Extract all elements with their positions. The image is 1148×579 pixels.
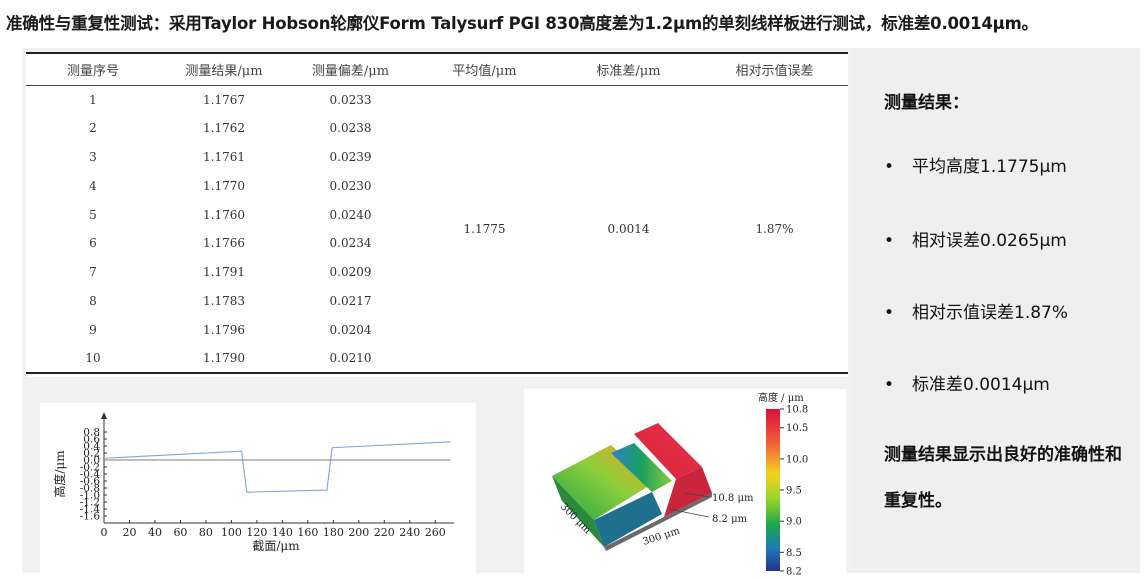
cell-index: 4 xyxy=(89,178,97,193)
cell-deviation: 0.0240 xyxy=(329,207,372,222)
cell-deviation: 0.0209 xyxy=(329,265,372,280)
cell-result: 1.1766 xyxy=(203,236,245,251)
z-label-bottom: 8.2 μm xyxy=(712,514,748,525)
page-title: 准确性与重复性测试：采用Taylor Hobson轮廓仪Form Talysur… xyxy=(6,14,1038,33)
cell-result: 1.1767 xyxy=(203,92,245,107)
cell-result: 1.1790 xyxy=(203,351,245,366)
cell-deviation: 0.0238 xyxy=(329,121,372,136)
surface-3d-plot: 10.8 μm 8.2 μm 300 μm 300 μm 高度 / μm 10.… xyxy=(552,391,808,578)
surface-3d-card: 10.8 μm 8.2 μm 300 μm 300 μm 高度 / μm 10.… xyxy=(524,389,846,578)
results-table: 测量序号 测量结果/μm 测量偏差/μm 平均值/μm 标准差/μm 相对示值误… xyxy=(26,52,848,374)
x-tick-label: 240 xyxy=(399,526,420,539)
bullet-std: • 标准差0.0014μm xyxy=(884,375,1050,395)
cell-result: 1.1762 xyxy=(203,121,245,136)
x-tick-label: 20 xyxy=(122,526,136,539)
header-std: 标准差/μm xyxy=(596,63,661,79)
profile-chart-card: 0 20 40 60 80 100 120 140 160 180 200 220 240 260 0.8 0… xyxy=(40,403,476,573)
results-table-card: 测量序号 测量结果/μm 测量偏差/μm 平均值/μm 标准差/μm 相对示值误… xyxy=(26,52,848,377)
cell-index: 2 xyxy=(89,121,97,136)
cell-deviation: 0.0233 xyxy=(329,92,372,107)
x-tick-label: 140 xyxy=(272,526,293,539)
cell-result: 1.1783 xyxy=(203,293,245,308)
header-deviation: 测量偏差/μm xyxy=(311,63,390,79)
table-row: 1 1.1767 0.0233 1.1775 0.0014 1.87% xyxy=(26,85,848,236)
header-mean: 平均值/μm xyxy=(452,63,517,79)
cell-merged-std: 0.0014 xyxy=(607,221,650,236)
cell-deviation: 0.0234 xyxy=(329,236,372,251)
bullet-relative-error: • 相对误差0.0265μm xyxy=(884,231,1067,251)
colorbar-tick-label: 9.5 xyxy=(786,486,802,497)
cell-index: 6 xyxy=(89,236,97,251)
cell-index: 8 xyxy=(89,293,97,308)
header-rel-error: 相对示值误差 xyxy=(735,63,814,79)
bullet-mean-height: • 平均高度1.1775μm xyxy=(884,157,1067,177)
cell-deviation: 0.0210 xyxy=(329,351,372,366)
cell-deviation: 0.0230 xyxy=(329,178,372,193)
cell-merged-rel-error: 1.87% xyxy=(755,221,794,236)
x-tick-label: 80 xyxy=(199,526,213,539)
x-tick-label: 220 xyxy=(374,526,395,539)
cell-index: 5 xyxy=(89,207,97,222)
x-tick-label: 260 xyxy=(425,526,446,539)
colorbar-ticks: 10.8 10.5 10.0 9.5 9.0 8.5 8.2 xyxy=(780,405,808,578)
cell-result: 1.1760 xyxy=(203,207,245,222)
colorbar-tick-label: 10.5 xyxy=(786,423,808,434)
y-axis-label: 高度/μm xyxy=(52,450,67,498)
y-tick-label: -1.6 xyxy=(80,511,101,523)
header-index: 测量序号 xyxy=(66,63,119,79)
x-tick-label: 200 xyxy=(348,526,369,539)
colorbar-tick-label: 10.8 xyxy=(786,405,808,416)
cell-index: 1 xyxy=(89,92,97,107)
z-label-top: 10.8 μm xyxy=(712,493,754,504)
cell-result: 1.1791 xyxy=(203,265,245,280)
colorbar-tick-label: 8.5 xyxy=(786,548,802,559)
cell-index: 10 xyxy=(85,351,101,366)
conclusion-text: 测量结果显示出良好的准确性和重复性。 xyxy=(884,445,1122,511)
x-axis-label: 截面/μm xyxy=(252,539,300,553)
x-tick-label: 100 xyxy=(221,526,242,539)
series-line xyxy=(103,441,451,493)
results-heading: 测量结果： xyxy=(884,93,969,113)
header-result: 测量结果/μm xyxy=(185,63,263,79)
colorbar-tick-label: 9.0 xyxy=(786,517,802,528)
cell-result: 1.1770 xyxy=(203,178,245,193)
x-tick-label: 120 xyxy=(246,526,267,539)
colorbar xyxy=(766,409,780,571)
cell-merged-mean: 1.1775 xyxy=(463,221,506,236)
y-axis-arrow xyxy=(101,412,107,419)
x-tick-label: 0 xyxy=(101,526,108,539)
cell-deviation: 0.0204 xyxy=(329,322,372,337)
cell-result: 1.1796 xyxy=(203,322,245,337)
cell-deviation: 0.0239 xyxy=(329,149,372,164)
profile-chart: 0 20 40 60 80 100 120 140 160 180 200 220 240 2600.80… xyxy=(52,412,454,553)
x-tick-label: 180 xyxy=(323,526,344,539)
cell-index: 3 xyxy=(89,149,97,164)
cell-index: 9 xyxy=(89,322,97,337)
cell-result: 1.1761 xyxy=(203,149,245,164)
x-tick-label: 160 xyxy=(297,526,318,539)
x-tick-label: 60 xyxy=(173,526,187,539)
colorbar-tick-label: 10.0 xyxy=(786,454,808,465)
cell-index: 7 xyxy=(89,265,97,280)
cell-deviation: 0.0217 xyxy=(329,293,372,308)
x-tick-label: 40 xyxy=(148,526,162,539)
colorbar-tick-label: 8.2 xyxy=(786,567,802,576)
colorbar-title: 高度 / μm xyxy=(758,391,804,404)
bullet-relative-indication-error: • 相对示值误差1.87% xyxy=(884,303,1069,323)
table-header-row: 测量序号 测量结果/μm 测量偏差/μm 平均值/μm 标准差/μm 相对示值误… xyxy=(26,53,848,85)
